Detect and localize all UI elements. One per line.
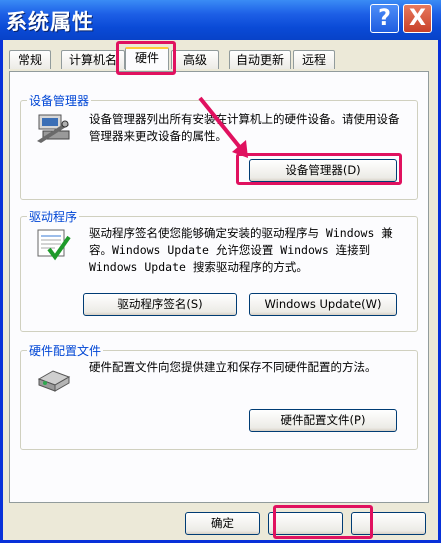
windows-update-button[interactable]: Windows Update(W) xyxy=(249,293,397,316)
device-manager-button[interactable]: 设备管理器(D) xyxy=(249,159,397,182)
driver-signing-icon xyxy=(37,229,71,261)
tab-general[interactable]: 常规 xyxy=(9,50,51,69)
system-properties-window: 系统属性 ? X 常规 计算机名 硬件 高级 自动更新 远程 设备管理器 设备管… xyxy=(0,0,441,543)
tab-remote[interactable]: 远程 xyxy=(293,50,335,69)
drivers-group-title: 驱动程序 xyxy=(27,208,80,225)
arrow-annotation-icon xyxy=(198,96,248,158)
ok-button[interactable]: 确定 xyxy=(185,512,260,535)
help-button[interactable]: ? xyxy=(370,4,399,33)
hardware-profiles-group: 硬件配置文件 硬件配置文件向您提供建立和保存不同硬件配置的方法。 硬件配置文件(… xyxy=(20,342,418,450)
close-button[interactable]: X xyxy=(403,4,432,33)
title-bar[interactable]: 系统属性 ? X xyxy=(0,0,441,40)
hardware-profiles-description: 硬件配置文件向您提供建立和保存不同硬件配置的方法。 xyxy=(89,360,377,374)
drivers-description: 驱动程序签名使您能够确定安装的驱动程序与 Windows 兼容。Windows … xyxy=(89,226,393,274)
hardware-profiles-button[interactable]: 硬件配置文件(P) xyxy=(249,409,397,432)
hardware-profiles-group-title: 硬件配置文件 xyxy=(27,342,104,359)
tab-advanced[interactable]: 高级 xyxy=(171,50,219,69)
hardware-profiles-icon xyxy=(37,370,71,392)
tab-computer-name[interactable]: 计算机名 xyxy=(61,50,125,69)
driver-signing-button[interactable]: 驱动程序签名(S) xyxy=(83,293,237,316)
tab-hardware[interactable]: 硬件 xyxy=(125,47,169,70)
tab-automatic-updates[interactable]: 自动更新 xyxy=(229,50,291,69)
device-manager-icon xyxy=(37,114,70,143)
window-title: 系统属性 xyxy=(6,10,94,34)
cancel-button[interactable] xyxy=(268,512,343,535)
apply-button[interactable] xyxy=(351,512,426,535)
drivers-group: 驱动程序 驱动程序签名使您能够确定安装的驱动程序与 Windows 兼容。Win… xyxy=(20,208,418,332)
device-manager-group-title: 设备管理器 xyxy=(27,92,92,109)
